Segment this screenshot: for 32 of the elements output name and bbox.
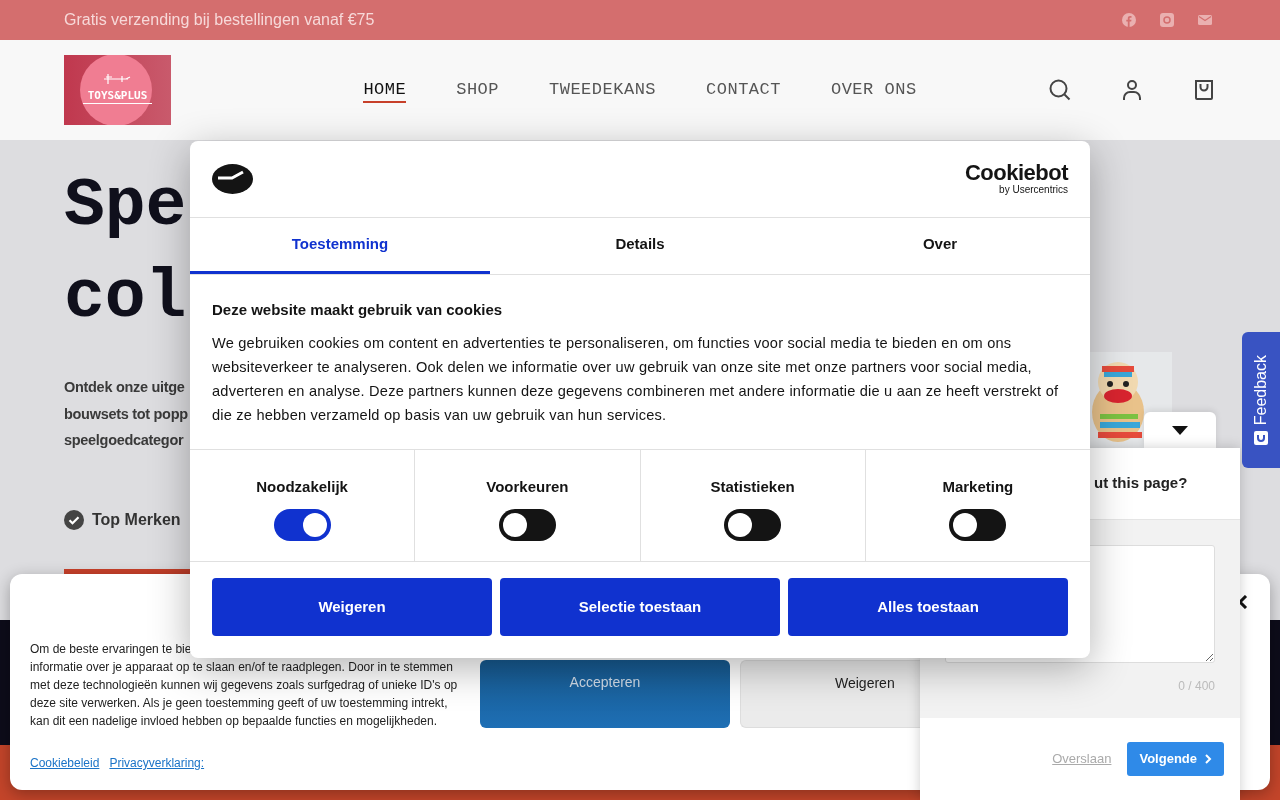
dialog-tab[interactable]: Toestemming <box>190 218 490 274</box>
consent-text: Om de beste ervaringen te bie informatie over je apparaat op te slaan en/of te raadplegen. Door in te stemmen met deze technologieën kunnen wij gegevens zoals surfgedrag of unieke ID's op deze site verwerken. Als je geen toestemming geeft of uw toestemming intrekt, kan dit een nadelige invloed hebben op bepaalde functies en mogelijkheden. <box>30 641 458 730</box>
nav-link[interactable]: TWEEDEKANS <box>549 77 657 103</box>
hero-title: col <box>64 258 187 338</box>
consent-button[interactable]: Weigeren <box>212 578 492 636</box>
feature-label: Top Merken <box>92 509 181 530</box>
hero-title: Spe <box>64 166 187 246</box>
feedback-question: ut this page? <box>1094 473 1188 494</box>
brand-subtitle: by Usercentrics <box>998 184 1068 196</box>
dialog-tab[interactable]: Details <box>490 218 790 274</box>
decline-button[interactable]: Weigeren <box>740 660 920 728</box>
nav-link[interactable]: OVER ONS <box>830 77 917 103</box>
consent-button[interactable]: Alles toestaan <box>788 578 1068 636</box>
dialog-text: We gebruiken cookies om content en advertenties te personaliseren, om functies voor social media te bieden en om ons websiteverkeer te analyseren. Ook delen we informatie over uw gebruik van onze site met onze partners voor social media, adverteren en analyse. Deze partners kunnen deze gegevens combineren met andere informatie die u aan ze heeft verstrekt of die ze hebben verzameld op basis van uw gebruik van hun services. <box>212 333 1060 425</box>
toggle-label: Statistieken <box>710 477 795 497</box>
dialog-tab[interactable]: Over <box>790 218 1090 274</box>
hero-intro: Ontdek onze uitge bouwsets tot popp speelgoedcategor <box>64 378 188 450</box>
accept-button[interactable]: Accepteren <box>480 660 730 728</box>
feedback-tab[interactable]: Feedback <box>1242 332 1280 468</box>
brand-name: Cookiebot <box>964 162 1068 184</box>
shipping-notice: Gratis verzending bij bestellingen vanaf €75 <box>64 10 375 30</box>
policy-link[interactable]: Privacyverklaring: <box>109 756 205 770</box>
policy-link[interactable]: Cookiebeleid <box>30 756 100 770</box>
nav-link[interactable]: HOME <box>363 77 407 103</box>
consent-button[interactable]: Selectie toestaan <box>500 578 780 636</box>
toggle-label: Voorkeuren <box>486 477 569 497</box>
nav-link[interactable]: SHOP <box>456 77 499 103</box>
toggle-label: Noodzakelijk <box>256 477 348 497</box>
dialog-title: Deze website maakt gebruik van cookies <box>212 300 504 320</box>
nav-link[interactable]: CONTACT <box>706 77 781 103</box>
toggle-label: Marketing <box>942 477 1014 497</box>
next-button[interactable]: Volgende <box>1127 742 1224 776</box>
